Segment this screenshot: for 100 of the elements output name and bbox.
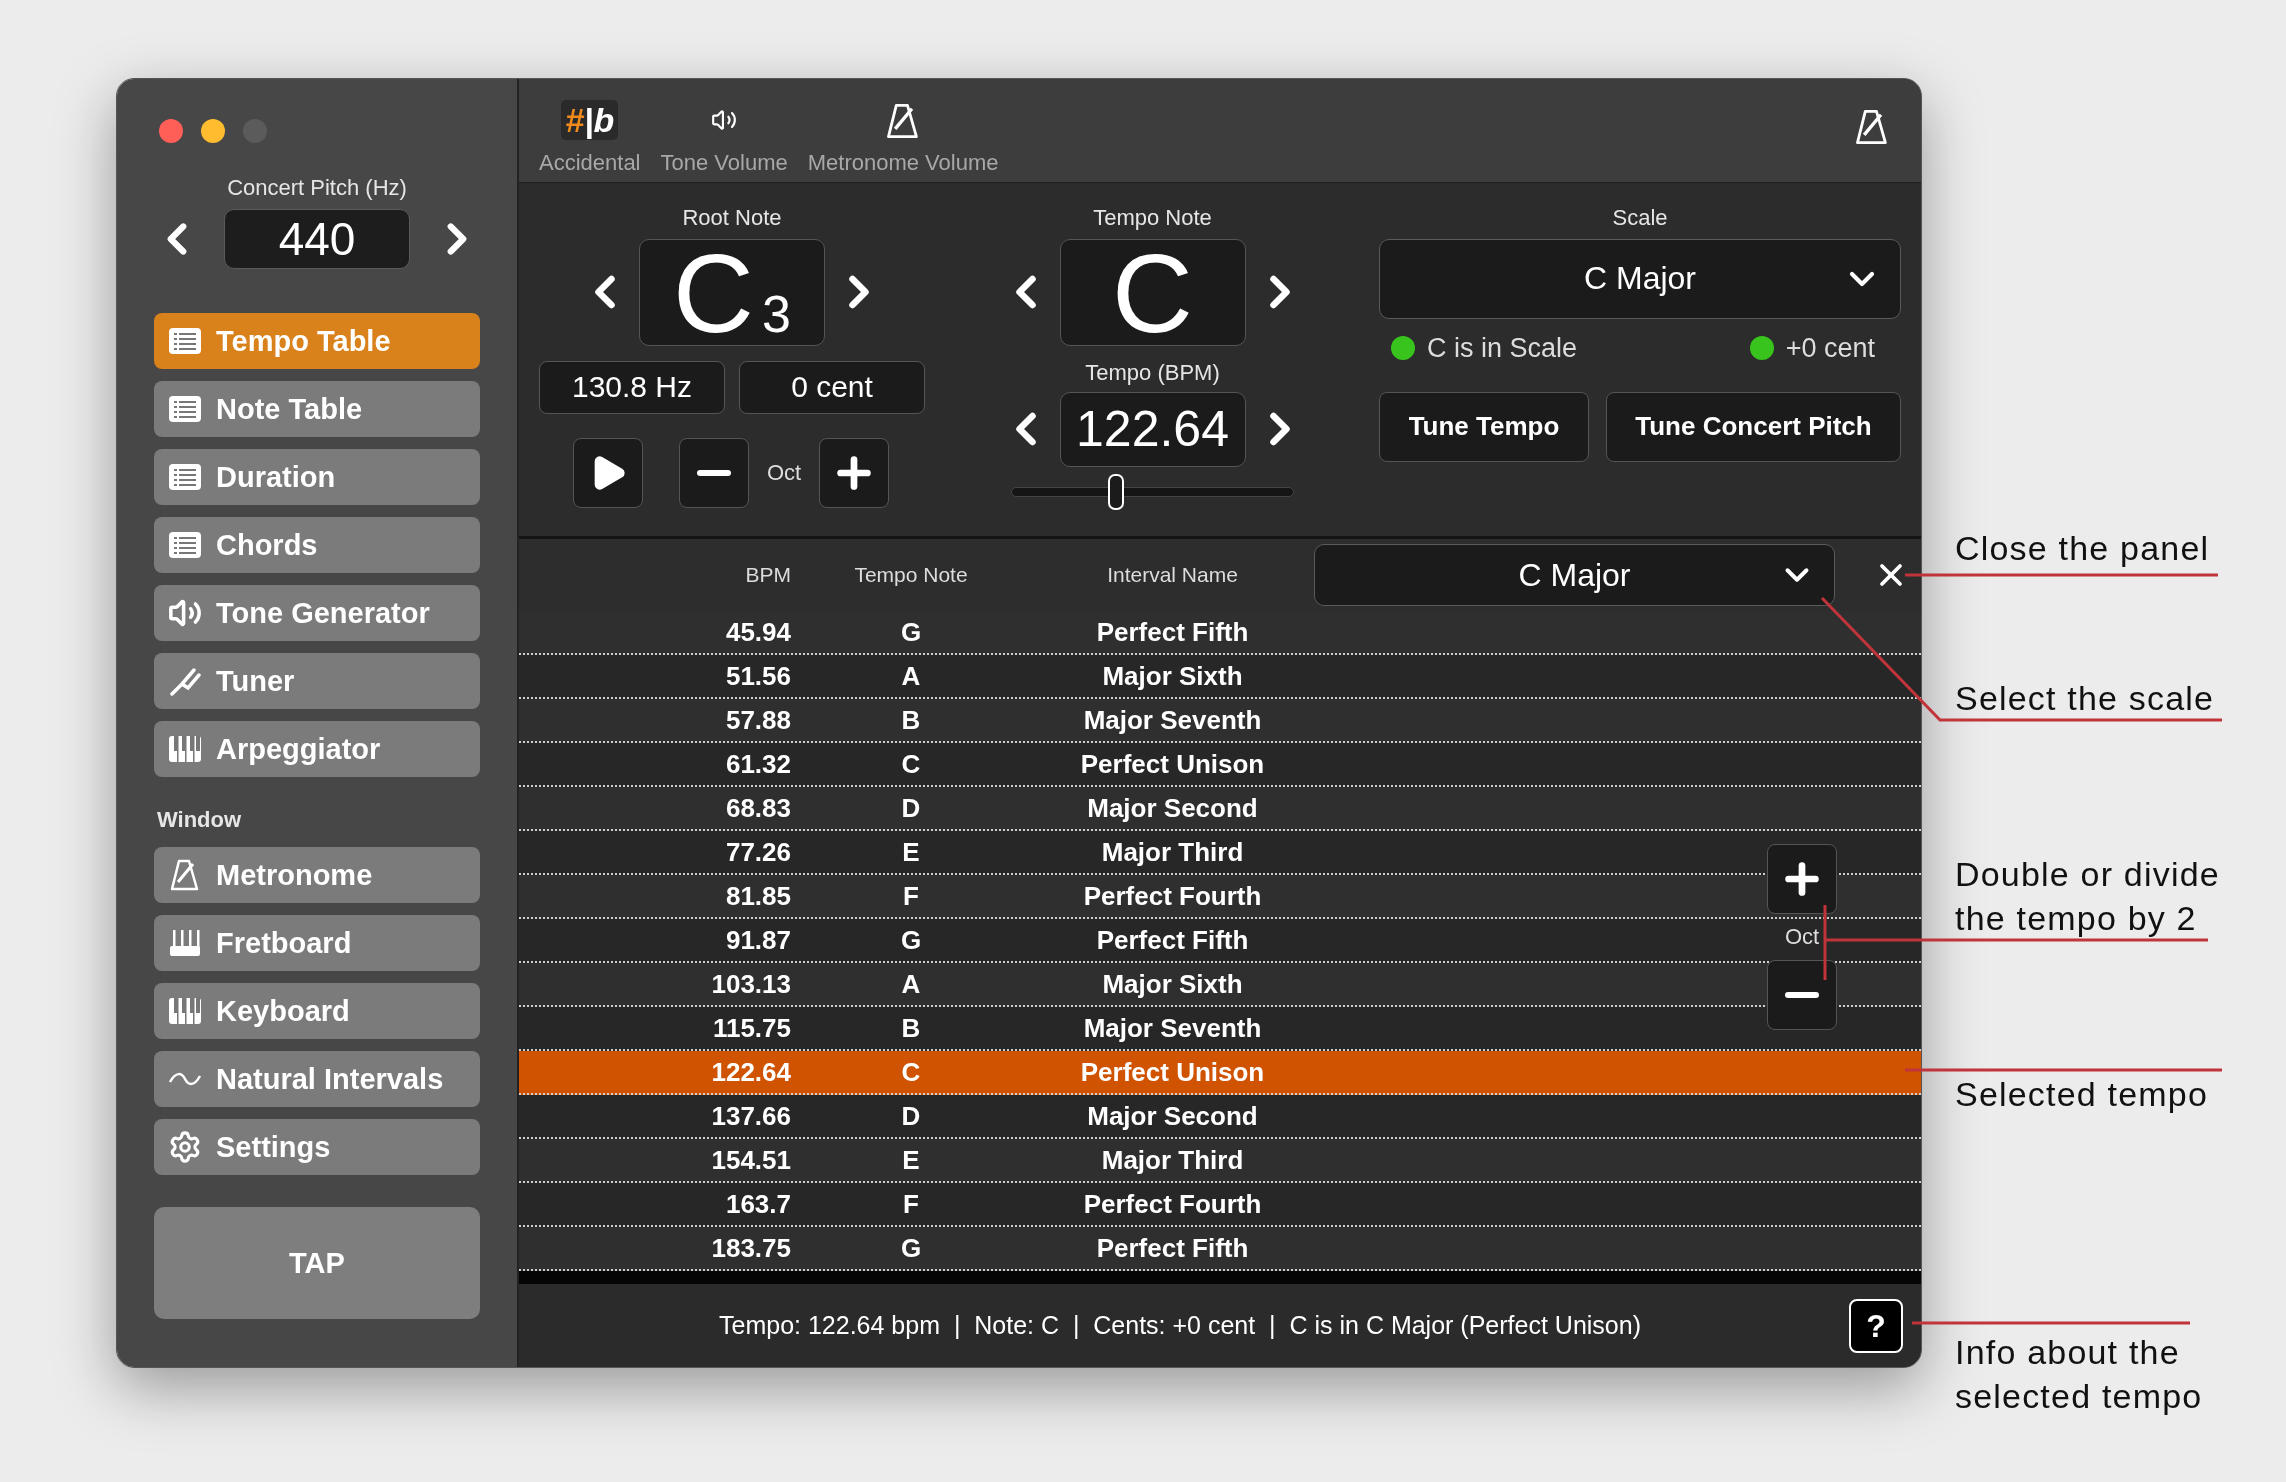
table-row[interactable]: 154.51 E Major Third [519,1139,1921,1183]
table-cell-text: 51.56 [724,660,791,692]
indicator-label: C is in Scale [1427,332,1578,364]
sidebar-item[interactable]: Keyboard [154,983,480,1039]
octave-up-button[interactable] [819,437,890,508]
tune-button[interactable]: Tune Concert Pitch [1606,391,1901,462]
tempo-display[interactable]: 122.64 [1059,391,1246,467]
sidebar-item[interactable]: Metronome [154,847,480,903]
window-control[interactable] [201,119,225,143]
table-cell-text: Perfect Unison [1079,1056,1266,1088]
list-icon [168,531,202,559]
scale-dropdown[interactable]: C Major [1314,544,1835,606]
sidebar-item[interactable]: Tuner [154,653,480,709]
tap-button[interactable]: TAP [154,1207,480,1319]
cents-display: 0 cent [739,360,925,414]
table-cell-text: Major Second [1086,1100,1259,1132]
table-cell-text: 115.75 [711,1012,791,1044]
list-icon [168,327,202,355]
table-cell-text: Perfect Unison [1079,748,1266,780]
table-cell-text: 81.85 [724,880,791,912]
indicator-label: +0 cent [1785,332,1875,364]
table-row[interactable]: 57.88 B Major Seventh [519,699,1921,743]
status-text: Tempo: 122.64 bpm | Note: C | Cents: +0 cent | C is in C Major (Perfect Unison) [719,1311,1641,1340]
play-button[interactable] [573,437,643,508]
table-cell-text: Perfect Fourth [1082,880,1263,912]
table-cell-text: Major Seventh [1082,1012,1263,1044]
octave-label: Oct [1784,924,1820,950]
piano-keys-icon [168,997,202,1025]
table-cell-text: G [899,924,923,956]
table-cell-text: F [902,880,920,912]
concert-pitch-label: Concert Pitch (Hz) [227,175,407,201]
table-cell-text: G [899,1232,923,1264]
table-cell-text: D [900,1100,922,1132]
toolbar-button[interactable]: #|b Accidental [539,99,641,176]
sidebar-item[interactable]: Tone Generator [154,585,480,641]
table-cell-text: 68.83 [724,792,791,824]
section-label: Window [157,807,242,833]
table-row[interactable]: 68.83 D Major Second [519,787,1921,831]
table-cell-text: C [900,748,922,780]
octave-label: Oct [767,459,802,486]
table-cell-text: E [901,1144,921,1176]
window-control[interactable] [159,119,183,143]
table-cell-text: A [900,968,922,1000]
sidebar-item[interactable]: Note Table [154,381,480,437]
tempo-slider[interactable] [1011,472,1294,511]
table-cell-text: 91.87 [724,924,791,956]
table-cell-text: 137.66 [710,1100,791,1132]
table-cell-text: Perfect Fourth [1082,1188,1263,1220]
sidebar-item[interactable]: Settings [154,1119,480,1175]
settings-icon [168,1130,202,1164]
octave-up-button[interactable] [1767,844,1837,914]
concert-pitch-value[interactable]: 440 [224,209,410,269]
column-header: Interval Name [1106,563,1239,587]
sidebar-item[interactable]: Natural Intervals [154,1051,480,1107]
table-cell-text: E [901,836,921,868]
sidebar-item[interactable]: Duration [154,449,480,505]
table-cell-text: D [900,792,922,824]
table-cell-text: Major Third [1100,836,1245,868]
table-cell-text: Perfect Fifth [1095,616,1250,648]
column-header: Tempo Note [853,563,969,587]
minus-icon [697,469,731,476]
help-button[interactable]: ? [1849,1299,1903,1353]
tempo-label: Tempo (BPM) [1085,359,1220,386]
table-row[interactable]: 183.75 G Perfect Fifth [519,1227,1921,1271]
table-cell-text: Major Third [1100,1144,1245,1176]
tuning-fork-icon [168,666,202,696]
sidebar-item[interactable]: Fretboard [154,915,480,971]
fretboard-icon [168,928,202,958]
tune-button[interactable]: Tune Tempo [1379,391,1589,462]
table-cell-text: A [900,660,922,692]
table-cell-text: Major Second [1086,792,1259,824]
table-row[interactable]: 45.94 G Perfect Fifth [519,611,1921,655]
piano-keys-icon [168,735,202,763]
table-row[interactable]: 81.85 F Perfect Fourth [519,875,1921,919]
table-cell-text: B [900,704,922,736]
table-cell-text: F [902,1188,920,1220]
slider-thumb[interactable] [1107,473,1124,510]
column-header: BPM [744,563,791,587]
list-icon [168,463,202,491]
table-cell-text: G [899,616,923,648]
table-cell-text: 154.51 [710,1144,791,1176]
annotation-text: Select the scale [1955,678,2216,719]
sidebar-item[interactable]: Arpeggiator [154,721,480,777]
octave-down-button[interactable] [679,437,749,508]
tempo-note-display: C [1059,238,1246,346]
sidebar-item[interactable]: Chords [154,517,480,573]
list-icon [168,395,202,423]
table-cell-text: 61.32 [724,748,791,780]
table-cell-text: B [900,1012,922,1044]
table-row[interactable]: 122.64 C Perfect Unison [519,1051,1921,1095]
table-cell-text: C [900,1056,922,1088]
octave-down-button[interactable] [1767,960,1837,1030]
annotation-text: Double or divide the tempo by 2 [1955,854,2221,939]
table-cell-text: 77.26 [724,836,791,868]
table-row[interactable]: 103.13 A Major Sixth [519,963,1921,1007]
scale-dropdown[interactable]: C Major [1379,238,1901,319]
toolbar-button[interactable]: Tone Volume [660,99,788,176]
toolbar-button[interactable]: Metronome Volume [807,101,999,176]
root-note-label: Root Note [682,204,782,231]
tempo-note-label: Tempo Note [1093,204,1212,231]
